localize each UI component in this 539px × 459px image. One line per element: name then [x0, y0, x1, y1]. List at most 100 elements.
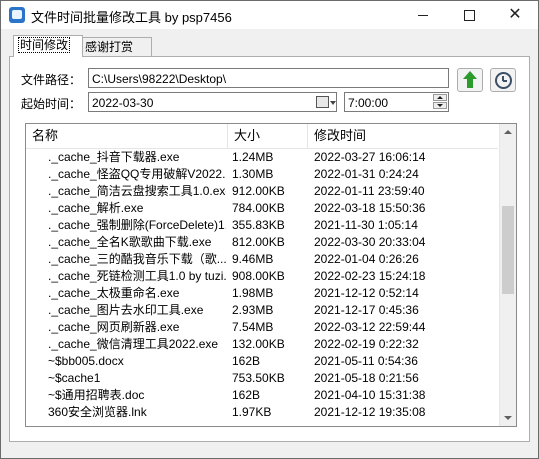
path-input[interactable]: C:\Users\98222\Desktop\	[88, 68, 449, 88]
close-button[interactable]: ✕	[492, 1, 538, 29]
arrow-up-icon	[462, 71, 478, 89]
file-name-cell: ._cache_抖音下载器.exe	[48, 150, 180, 164]
minimize-button[interactable]	[400, 1, 446, 29]
time-spinner[interactable]: 7:00:00	[344, 92, 449, 112]
file-name-cell: ._cache_怪盗QQ专用破解V2022...	[48, 167, 226, 181]
file-name-cell: ._cache_网页刷新器.exe	[48, 320, 180, 334]
tab-panel: 文件路径： C:\Users\98222\Desktop\ 起始时间： 2022…	[9, 56, 530, 442]
file-size-cell: 908.00KB	[232, 269, 285, 283]
file-size-cell: 2.93MB	[232, 303, 274, 317]
modified-time-cell: 2022-01-11 23:59:40	[314, 184, 425, 198]
file-size-cell: 1.97KB	[232, 405, 272, 419]
modified-time-cell: 2021-12-17 0:45:36	[314, 303, 419, 317]
spin-up-icon[interactable]	[433, 94, 447, 101]
modified-time-cell: 2022-01-31 0:24:24	[314, 167, 419, 181]
file-name-cell: ~$bb005.docx	[48, 354, 124, 368]
column-header-size[interactable]: 大小	[228, 124, 308, 148]
file-size-cell: 9.46MB	[232, 252, 274, 266]
modified-time-cell: 2022-03-12 22:59:44	[314, 320, 426, 334]
table-row[interactable]: 360安全浏览器.lnk 1.97KB 2021-12-12 19:35:08	[26, 404, 498, 421]
time-spin-buttons[interactable]	[433, 94, 447, 110]
table-row[interactable]: ._cache_死链检测工具1.0 by tuzi... 908.00KB 2022…	[26, 268, 498, 285]
spin-down-icon[interactable]	[433, 102, 447, 109]
file-size-cell: 132.00KB	[232, 337, 285, 351]
modified-time-cell: 2022-03-30 20:33:04	[314, 235, 426, 249]
file-size-cell: 7.54MB	[232, 320, 274, 334]
modified-time-cell: 2021-12-12 0:52:14	[314, 286, 419, 300]
file-name-cell: ._cache_三的酷我音乐下载（歌...	[48, 252, 226, 266]
file-list[interactable]: 名称 大小 修改时间 ._cache_抖音下载器.exe 1.24MB 2022-0…	[25, 123, 517, 427]
date-picker[interactable]: 2022-03-30	[88, 92, 337, 112]
file-size-cell: 784.00KB	[232, 201, 285, 215]
file-size-cell: 1.30MB	[232, 167, 274, 181]
table-row[interactable]: ~$通用招聘表.doc 162B 2021-04-10 15:31:38	[26, 387, 498, 404]
file-size-cell: 753.50KB	[232, 371, 285, 385]
file-size-cell: 355.83KB	[232, 218, 285, 232]
table-row[interactable]: ._cache_抖音下载器.exe 1.24MB 2022-03-27 16:06:…	[26, 149, 498, 166]
apply-button[interactable]	[457, 68, 483, 92]
file-name-cell: ._cache_解析.exe	[48, 201, 144, 215]
tab-donate[interactable]: 感谢打赏	[80, 37, 152, 56]
file-size-cell: 162B	[232, 354, 261, 368]
history-button[interactable]	[490, 68, 516, 92]
table-row[interactable]: ._cache_简洁云盘搜索工具1.0.exe 912.00KB 2022-01-1…	[26, 183, 498, 200]
file-name-cell: ._cache_死链检测工具1.0 by tuzi...	[48, 269, 226, 283]
modified-time-cell: 2021-05-11 0:54:36	[314, 354, 418, 368]
file-size-cell: 162B	[232, 388, 261, 402]
table-row[interactable]: ._cache_网页刷新器.exe 7.54MB 2022-03-12 22:59:…	[26, 319, 498, 336]
maximize-button[interactable]	[446, 1, 492, 29]
tab-donate-label: 感谢打赏	[85, 40, 134, 54]
list-rows: ._cache_抖音下载器.exe 1.24MB 2022-03-27 16:06:…	[26, 149, 498, 421]
table-row[interactable]: ._cache_太极重命名.exe 1.98MB 2021-12-12 0:52:1…	[26, 285, 498, 302]
file-name-cell: ._cache_图片去水印工具.exe	[48, 303, 204, 317]
list-header: 名称 大小 修改时间	[26, 124, 498, 149]
app-icon	[9, 7, 25, 23]
file-name-cell: ~$cache1	[48, 371, 101, 385]
time-value: 7:00:00	[348, 96, 389, 110]
app-window: 文件时间批量修改工具 by psp7456 ✕ 时间修改 感谢打赏 文件路径： …	[0, 0, 539, 459]
title-bar[interactable]: 文件时间批量修改工具 by psp7456 ✕	[1, 1, 538, 29]
history-icon	[495, 72, 512, 89]
start-time-label: 起始时间：	[21, 97, 82, 111]
scroll-thumb[interactable]	[502, 205, 514, 294]
file-size-cell: 812.00KB	[232, 235, 285, 249]
window-title: 文件时间批量修改工具 by psp7456	[31, 10, 232, 25]
modified-time-cell: 2022-02-23 15:24:18	[314, 269, 426, 283]
table-row[interactable]: ._cache_微信清理工具2022.exe 132.00KB 2022-02-19…	[26, 336, 498, 353]
modified-time-cell: 2021-12-12 19:35:08	[314, 405, 426, 419]
modified-time-cell: 2021-05-18 0:21:56	[314, 371, 419, 385]
column-header-modified[interactable]: 修改时间	[308, 124, 498, 148]
table-row[interactable]: ._cache_怪盗QQ专用破解V2022... 1.30MB 2022-01-31…	[26, 166, 498, 183]
tab-time-modify-label: 时间修改	[18, 37, 71, 53]
file-name-cell: ._cache_全名K歌歌曲下载.exe	[48, 235, 212, 249]
file-name-cell: 360安全浏览器.lnk	[48, 405, 147, 419]
file-name-cell: ._cache_强制删除(ForceDelete)1....	[48, 218, 226, 232]
file-name-cell: ._cache_太极重命名.exe	[48, 286, 180, 300]
file-size-cell: 1.24MB	[232, 150, 274, 164]
column-header-name[interactable]: 名称	[26, 124, 228, 148]
file-size-cell: 1.98MB	[232, 286, 274, 300]
table-row[interactable]: ._cache_强制删除(ForceDelete)1.... 355.83KB 20…	[26, 217, 498, 234]
modified-time-cell: 2022-01-04 0:26:26	[314, 252, 419, 266]
file-name-cell: ._cache_微信清理工具2022.exe	[48, 337, 219, 351]
table-row[interactable]: ~$cache1 753.50KB 2021-05-18 0:21:56	[26, 370, 498, 387]
modified-time-cell: 2021-11-30 1:05:14	[314, 218, 418, 232]
table-row[interactable]: ~$bb005.docx 162B 2021-05-11 0:54:36	[26, 353, 498, 370]
modified-time-cell: 2021-04-10 15:31:38	[314, 388, 426, 402]
modified-time-cell: 2022-03-18 15:50:36	[314, 201, 426, 215]
tab-time-modify[interactable]: 时间修改	[13, 35, 83, 57]
file-name-cell: ._cache_简洁云盘搜索工具1.0.exe	[48, 184, 226, 198]
table-row[interactable]: ._cache_三的酷我音乐下载（歌... 9.46MB 2022-01-04 0:…	[26, 251, 498, 268]
calendar-dropdown-icon[interactable]	[313, 94, 336, 110]
file-name-cell: ~$通用招聘表.doc	[48, 388, 145, 402]
path-label: 文件路径：	[21, 73, 82, 87]
table-row[interactable]: ._cache_解析.exe 784.00KB 2022-03-18 15:50:3…	[26, 200, 498, 217]
date-value: 2022-03-30	[92, 96, 154, 110]
vertical-scrollbar[interactable]	[499, 124, 516, 426]
modified-time-cell: 2022-03-27 16:06:14	[314, 150, 426, 164]
table-row[interactable]: ._cache_全名K歌歌曲下载.exe 812.00KB 2022-03-30 2…	[26, 234, 498, 251]
scroll-down-icon[interactable]	[500, 409, 516, 426]
table-row[interactable]: ._cache_图片去水印工具.exe 2.93MB 2021-12-17 0:45…	[26, 302, 498, 319]
scroll-up-icon[interactable]	[500, 124, 516, 141]
modified-time-cell: 2022-02-19 0:22:32	[314, 337, 419, 351]
